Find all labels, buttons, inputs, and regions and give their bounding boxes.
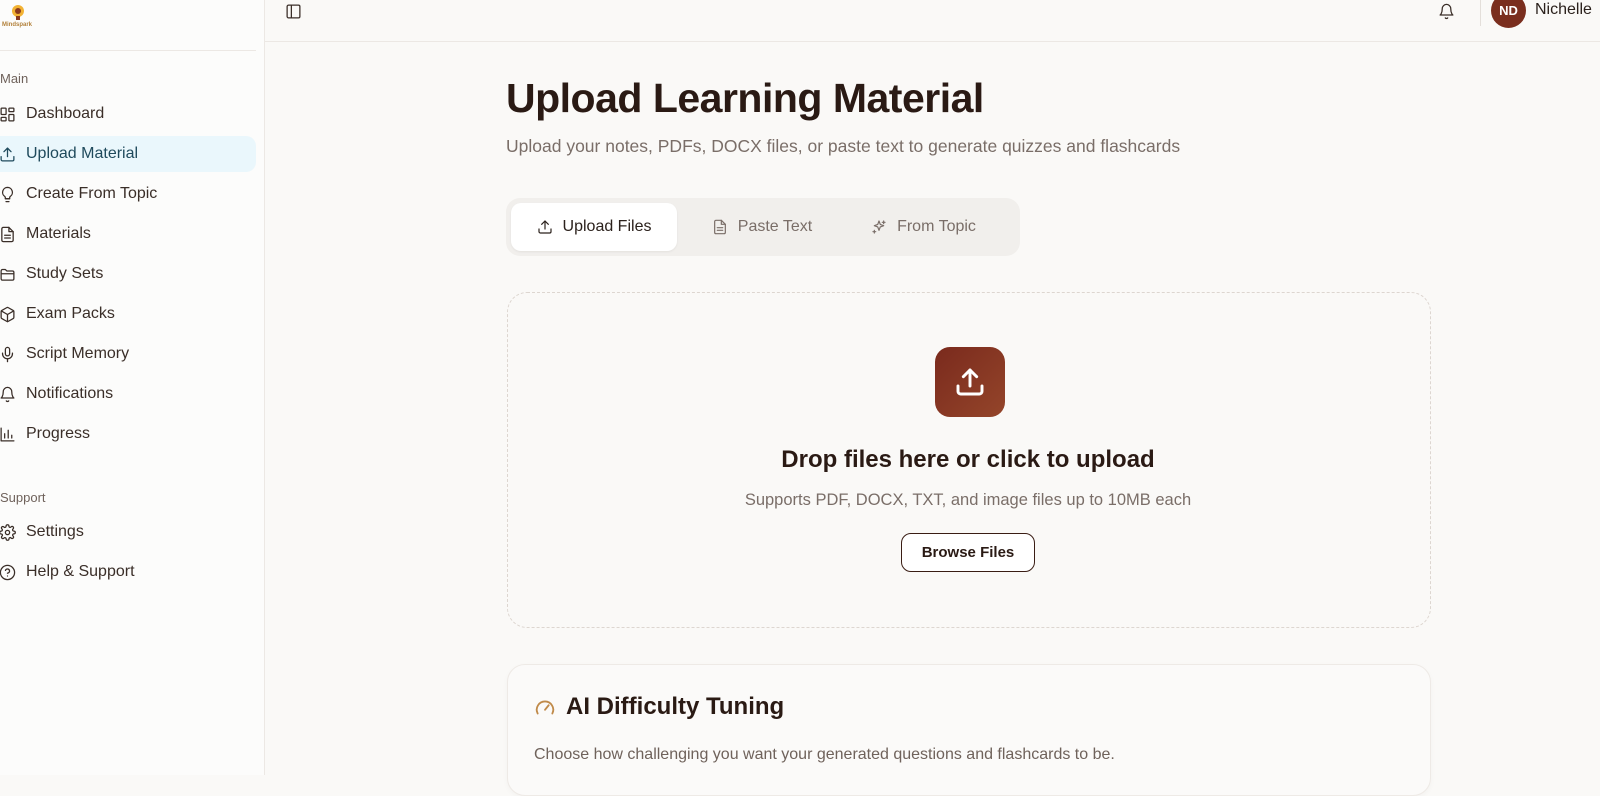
topbar: ND Nichelle xyxy=(265,0,1600,42)
lightbulb-icon xyxy=(0,185,17,203)
difficulty-card-description: Choose how challenging you want your gen… xyxy=(534,746,1115,763)
sidebar-item-help-support[interactable]: Help & Support xyxy=(0,554,256,590)
sidebar-item-label: Exam Packs xyxy=(26,305,115,322)
sidebar-item-progress[interactable]: Progress xyxy=(0,416,256,452)
difficulty-card-title: AI Difficulty Tuning xyxy=(566,693,785,720)
sidebar-item-label: Study Sets xyxy=(26,265,104,282)
avatar[interactable]: ND xyxy=(1491,0,1526,28)
upload-icon xyxy=(537,220,552,234)
bar-chart-icon xyxy=(0,425,17,443)
notification-bell-icon[interactable] xyxy=(1438,3,1456,21)
sidebar-item-label: Script Memory xyxy=(26,345,130,362)
user-name[interactable]: Nichelle xyxy=(1535,1,1592,19)
sidebar-item-label: Create From Topic xyxy=(26,185,158,202)
browse-files-button[interactable]: Browse Files xyxy=(901,533,1035,572)
input-mode-tabs: Upload Files Paste Text From Topic xyxy=(506,198,1020,256)
topbar-separator xyxy=(1480,0,1481,26)
sidebar-item-label: Settings xyxy=(26,523,84,540)
dashboard-icon xyxy=(0,105,17,123)
bell-icon xyxy=(0,385,17,403)
section-label-support: Support xyxy=(0,490,46,505)
tab-paste-text[interactable]: Paste Text xyxy=(692,203,832,251)
brand-name: Mindspark xyxy=(2,22,33,28)
sidebar-toggle-icon[interactable] xyxy=(285,3,303,21)
tab-from-topic[interactable]: From Topic xyxy=(846,203,1001,251)
help-circle-icon xyxy=(0,563,17,581)
sidebar-item-upload-material[interactable]: Upload Material xyxy=(0,136,256,172)
sidebar-item-label: Upload Material xyxy=(26,145,139,162)
tab-upload-files[interactable]: Upload Files xyxy=(511,203,677,251)
dropzone-title: Drop files here or click to upload xyxy=(781,446,1155,473)
document-icon xyxy=(713,219,726,235)
sidebar-item-dashboard[interactable]: Dashboard xyxy=(0,96,256,132)
sidebar-item-settings[interactable]: Settings xyxy=(0,514,256,550)
section-label-main: Main xyxy=(0,71,29,86)
sidebar-item-script-memory[interactable]: Script Memory xyxy=(0,336,256,372)
sidebar-item-label: Dashboard xyxy=(26,105,105,122)
sidebar-item-materials[interactable]: Materials xyxy=(0,216,256,252)
document-icon xyxy=(0,225,17,243)
gear-icon xyxy=(0,523,17,541)
gauge-icon xyxy=(534,697,556,719)
upload-icon xyxy=(0,145,17,163)
upload-icon[interactable] xyxy=(935,347,1005,417)
sidebar-item-study-sets[interactable]: Study Sets xyxy=(0,256,256,292)
difficulty-tuning-card xyxy=(507,664,1431,796)
sidebar: Mindspark Main Dashboard Upload Material… xyxy=(0,0,265,775)
microphone-icon xyxy=(0,345,17,363)
sidebar-item-label: Progress xyxy=(26,425,91,442)
sidebar-item-label: Help & Support xyxy=(26,563,135,580)
sidebar-item-create-from-topic[interactable]: Create From Topic xyxy=(0,176,256,212)
sidebar-item-notifications[interactable]: Notifications xyxy=(0,376,256,412)
tab-label: Paste Text xyxy=(737,218,813,235)
sidebar-item-exam-packs[interactable]: Exam Packs xyxy=(0,296,256,332)
tab-label: From Topic xyxy=(897,218,976,235)
page-title: Upload Learning Material xyxy=(506,75,984,121)
sparkles-icon xyxy=(872,220,886,234)
sidebar-divider xyxy=(0,50,256,51)
dropzone-subtitle: Supports PDF, DOCX, TXT, and image files… xyxy=(744,491,1192,509)
sidebar-item-label: Notifications xyxy=(26,385,114,402)
folder-icon xyxy=(0,265,17,283)
tab-label: Upload Files xyxy=(562,218,652,235)
package-icon xyxy=(0,305,17,323)
page-subtitle: Upload your notes, PDFs, DOCX files, or … xyxy=(506,136,1181,156)
sidebar-item-label: Materials xyxy=(26,225,91,242)
